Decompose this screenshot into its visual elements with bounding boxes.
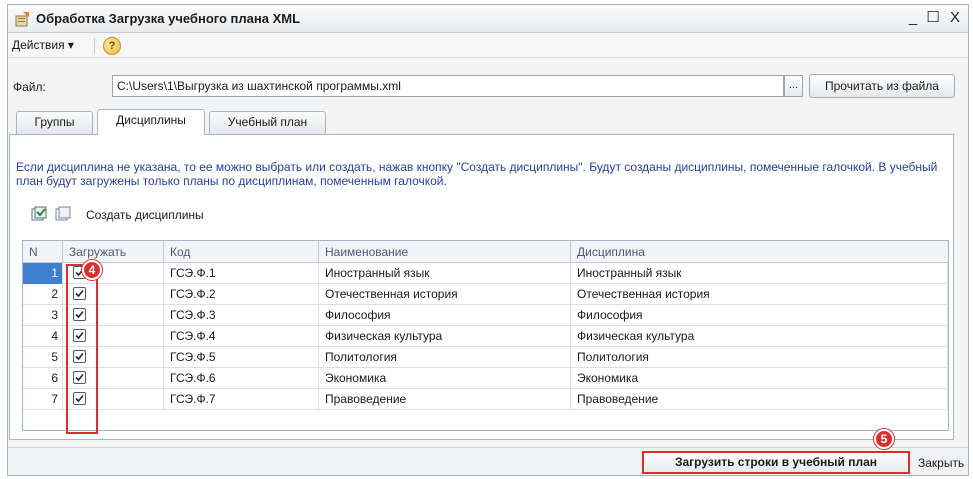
code-cell[interactable]: ГСЭ.Ф.3 [164, 305, 319, 326]
name-cell[interactable]: Правоведение [319, 389, 571, 410]
table-row[interactable]: 1 ГСЭ.Ф.1 Иностранный язык Иностранный язык [23, 263, 948, 284]
step-badge-5: 5 [874, 429, 894, 449]
name-cell[interactable]: Экономика [319, 368, 571, 389]
row-number[interactable]: 5 [23, 347, 63, 368]
uncheck-all-icon[interactable] [55, 206, 71, 222]
column-header-discipline[interactable]: Дисциплина [571, 241, 948, 263]
discipline-cell[interactable]: Иностранный язык [571, 263, 948, 284]
info-text: Если дисциплина не указана, то ее можно … [16, 160, 938, 188]
table-row[interactable]: 5 ГСЭ.Ф.5 Политология Политология [23, 347, 948, 368]
code-cell[interactable]: ГСЭ.Ф.7 [164, 389, 319, 410]
code-cell[interactable]: ГСЭ.Ф.5 [164, 347, 319, 368]
discipline-cell[interactable]: Экономика [571, 368, 948, 389]
column-header-n[interactable]: N [23, 241, 63, 263]
close-window-button[interactable]: X [945, 8, 965, 28]
row-number[interactable]: 4 [23, 326, 63, 347]
menu-bar: Действия ▾ ? [8, 34, 968, 58]
create-disciplines-button[interactable]: Создать дисциплины [86, 208, 204, 222]
discipline-cell[interactable]: Философия [571, 305, 948, 326]
discipline-cell[interactable]: Отечественная история [571, 284, 948, 305]
code-cell[interactable]: ГСЭ.Ф.6 [164, 368, 319, 389]
code-cell[interactable]: ГСЭ.Ф.4 [164, 326, 319, 347]
name-cell[interactable]: Философия [319, 305, 571, 326]
step-badge-4: 4 [82, 260, 102, 280]
column-header-code[interactable]: Код [164, 241, 319, 263]
close-button[interactable]: Закрыть [918, 456, 964, 470]
disciplines-table: N Загружать Код Наименование Дисциплина … [22, 240, 949, 431]
table-row[interactable]: 4 ГСЭ.Ф.4 Физическая культура Физическая ку… [23, 326, 948, 347]
row-number[interactable]: 2 [23, 284, 63, 305]
table-row[interactable]: 3 ГСЭ.Ф.3 Философия Философия [23, 305, 948, 326]
file-path-field[interactable]: C:\Users\1\Выгрузка из шахтинской програ… [112, 75, 784, 97]
window-title: Обработка Загрузка учебного плана XML [36, 11, 301, 26]
actions-menu[interactable]: Действия ▾ [12, 38, 74, 52]
discipline-cell[interactable]: Правоведение [571, 389, 948, 410]
discipline-cell[interactable]: Физическая культура [571, 326, 948, 347]
row-number[interactable]: 7 [23, 389, 63, 410]
tab-disciplines[interactable]: Дисциплины [97, 109, 205, 135]
code-cell[interactable]: ГСЭ.Ф.2 [164, 284, 319, 305]
maximize-button[interactable]: ☐ [923, 8, 943, 28]
tab-groups[interactable]: Группы [16, 111, 93, 134]
row-number[interactable]: 6 [23, 368, 63, 389]
name-cell[interactable]: Иностранный язык [319, 263, 571, 284]
highlight-load-column [66, 264, 98, 434]
column-header-load[interactable]: Загружать [63, 241, 164, 263]
name-cell[interactable]: Политология [319, 347, 571, 368]
browse-file-button[interactable]: ... [784, 75, 803, 97]
tab-study-plan[interactable]: Учебный план [209, 111, 326, 134]
discipline-cell[interactable]: Политология [571, 347, 948, 368]
load-rows-button[interactable]: Загрузить строки в учебный план [642, 451, 910, 474]
table-row[interactable]: 2 ГСЭ.Ф.2 Отечественная история Отечественн… [23, 284, 948, 305]
name-cell[interactable]: Отечественная история [319, 284, 571, 305]
table-row[interactable]: 6 ГСЭ.Ф.6 Экономика Экономика [23, 368, 948, 389]
name-cell[interactable]: Физическая культура [319, 326, 571, 347]
row-number[interactable]: 3 [23, 305, 63, 326]
table-row[interactable]: 7 ГСЭ.Ф.7 Правоведение Правоведение [23, 389, 948, 410]
minimize-button[interactable]: _ [903, 8, 923, 28]
title-bar: Обработка Загрузка учебного плана XML _ … [8, 5, 968, 33]
read-from-file-button[interactable]: Прочитать из файла [809, 74, 955, 98]
processing-app-icon [15, 12, 29, 27]
code-cell[interactable]: ГСЭ.Ф.1 [164, 263, 319, 284]
file-label: Файл: [13, 80, 46, 94]
row-number[interactable]: 1 [23, 263, 63, 284]
check-all-icon[interactable] [31, 206, 47, 222]
column-header-name[interactable]: Наименование [319, 241, 571, 263]
help-icon[interactable]: ? [103, 37, 121, 55]
menu-separator [94, 38, 95, 54]
